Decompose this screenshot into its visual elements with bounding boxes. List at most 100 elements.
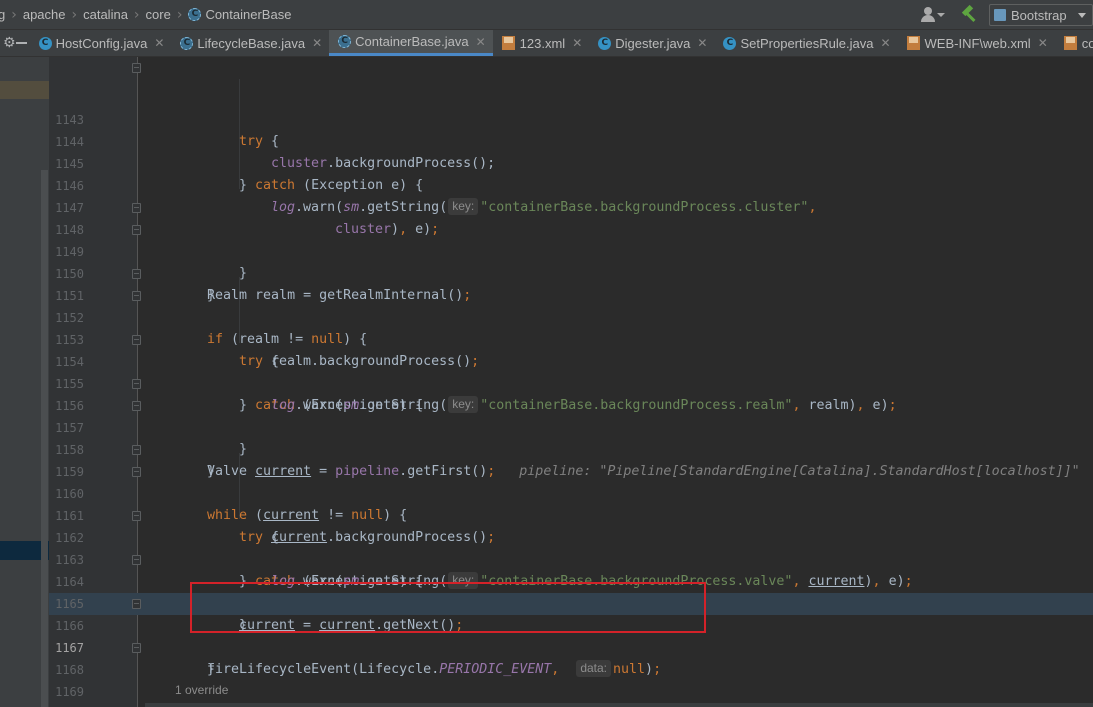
tab-label: 123.xml <box>519 35 566 51</box>
code-line: 1169 <box>49 659 1093 699</box>
tab-label: HostConfig.java <box>55 35 148 51</box>
tab-label: ContainerBase.java <box>355 34 469 49</box>
tab-label: WEB-INF\web.xml <box>924 35 1031 51</box>
code-line: 1158 Valve current = pipeline.getFirst()… <box>49 417 1093 479</box>
code-line: 1154 } catch (Exception e) { <box>49 329 1093 413</box>
fold-marker-icon[interactable] <box>132 401 141 411</box>
code-line: 1147 cluster), e); <box>49 175 1093 237</box>
fold-marker-icon[interactable] <box>132 63 141 73</box>
tab-label: co <box>1081 35 1093 51</box>
build-hammer-icon[interactable] <box>959 4 979 25</box>
fold-marker-icon[interactable] <box>132 379 141 389</box>
minimize-icon[interactable] <box>15 42 27 44</box>
breadcrumb-item[interactable]: apache <box>23 7 66 22</box>
code-line: 1149 } <box>49 219 1093 303</box>
breadcrumb-item-current[interactable]: C ContainerBase <box>188 7 291 22</box>
gear-icon[interactable]: ⚙ <box>3 35 16 51</box>
toolbar-right: Bootstrap <box>919 0 1093 30</box>
close-icon[interactable]: ✕ <box>476 35 486 49</box>
code-line: 1160 try { <box>49 461 1093 545</box>
fold-marker-icon[interactable] <box>132 599 141 609</box>
tab-lifecyclebase[interactable]: C LifecycleBase.java ✕ <box>171 30 329 56</box>
user-account-icon[interactable] <box>919 5 945 25</box>
code-line: 1156 } <box>49 373 1093 457</box>
breadcrumb-separator-icon: › <box>133 6 140 23</box>
fold-marker-icon[interactable] <box>132 203 141 213</box>
code-line: 1163 log.warn(sm.getString(key: "containe… <box>49 527 1093 589</box>
breadcrumb-item[interactable]: catalina <box>83 7 128 22</box>
fold-marker-icon[interactable] <box>132 445 141 455</box>
code-line: 1162 } catch (Exception e) { <box>49 505 1093 589</box>
application-icon <box>994 9 1006 21</box>
tab-setpropertiesrule[interactable]: C SetPropertiesRule.java ✕ <box>714 30 897 56</box>
code-line: 1142 if (cluster != null) { <box>49 61 1093 75</box>
breadcrumb: g › apache › catalina › core › C Contain… <box>0 7 291 23</box>
editor-tab-bar: ⚙ C HostConfig.java ✕ C LifecycleBase.ja… <box>0 30 1093 57</box>
fold-marker-icon[interactable] <box>132 555 141 565</box>
code-line: 1145 } catch (Exception e) { <box>49 131 1093 193</box>
tab-label: SetPropertiesRule.java <box>740 35 874 51</box>
abstract-class-icon: C <box>188 8 202 21</box>
code-line: 1155 log.warn(sm.getString(key: "containe… <box>49 351 1093 413</box>
close-icon[interactable]: ✕ <box>312 36 322 50</box>
xml-file-icon <box>1063 36 1077 50</box>
close-icon[interactable]: ✕ <box>154 36 164 50</box>
tab-overflow[interactable]: co <box>1055 30 1093 56</box>
class-icon: C <box>723 36 737 50</box>
breadcrumb-current-label: ContainerBase <box>205 7 292 22</box>
run-configuration-label: Bootstrap <box>1011 7 1067 23</box>
code-line: 1151 if (realm != null) { <box>49 263 1093 347</box>
breadcrumb-separator-icon: › <box>176 6 183 23</box>
annotation-highlight-box <box>190 582 706 633</box>
fold-marker-icon[interactable] <box>132 269 141 279</box>
project-tree-selection[interactable] <box>0 81 49 99</box>
navigation-bar: g › apache › catalina › core › C Contain… <box>0 0 1093 30</box>
xml-file-icon <box>906 36 920 50</box>
code-line: 1143 try { <box>49 87 1093 149</box>
close-icon[interactable]: ✕ <box>572 36 582 50</box>
fold-marker-icon[interactable] <box>132 467 141 477</box>
code-line: 1152 try { <box>49 285 1093 369</box>
fold-marker-icon[interactable] <box>132 225 141 235</box>
code-line: 1157 } <box>49 395 1093 479</box>
class-icon: C <box>38 36 52 50</box>
project-scrollbar[interactable] <box>41 170 48 707</box>
abstract-class-icon: C <box>338 35 352 48</box>
xml-file-icon <box>501 36 515 50</box>
close-icon[interactable]: ✕ <box>1038 36 1048 50</box>
code-line: 1148 } <box>49 197 1093 281</box>
code-line: 1164 } <box>49 549 1093 633</box>
override-hint[interactable]: 1 override <box>175 683 228 697</box>
code-line: 1159 while (current != null) { <box>49 439 1093 523</box>
tab-containerbase[interactable]: C ContainerBase.java ✕ <box>329 30 493 56</box>
code-line: 1168 } <box>49 637 1093 707</box>
breadcrumb-item[interactable]: g <box>0 7 5 22</box>
fold-marker-icon[interactable] <box>132 511 141 521</box>
code-line: 1161 current.backgroundProcess(); <box>49 483 1093 545</box>
horizontal-scrollbar[interactable] <box>145 703 1093 707</box>
close-icon[interactable]: ✕ <box>880 36 890 50</box>
class-icon: C <box>598 36 612 50</box>
tab-digester[interactable]: C Digester.java ✕ <box>589 30 714 56</box>
fold-marker-icon[interactable] <box>132 643 141 653</box>
tab-123-xml[interactable]: 123.xml ✕ <box>493 30 590 56</box>
tab-label: Digester.java <box>615 35 691 51</box>
code-line: 1153 realm.backgroundProcess(); <box>49 307 1093 369</box>
tab-hostconfig[interactable]: C HostConfig.java ✕ <box>30 30 172 56</box>
tool-window-actions: ⚙ <box>0 30 30 56</box>
code-line: 1150 Realm realm = getRealmInternal(); <box>49 241 1093 303</box>
fold-marker-icon[interactable] <box>132 335 141 345</box>
fold-marker-icon[interactable] <box>132 291 141 301</box>
tab-web-xml[interactable]: WEB-INF\web.xml ✕ <box>898 30 1055 56</box>
project-tool-window <box>0 57 49 707</box>
chevron-down-icon <box>1078 12 1086 18</box>
breadcrumb-separator-icon: › <box>71 6 78 23</box>
abstract-class-icon: C <box>180 36 194 50</box>
close-icon[interactable]: ✕ <box>697 36 707 50</box>
run-configuration-dropdown[interactable]: Bootstrap <box>989 4 1093 26</box>
code-line: 1144 cluster.backgroundProcess(); <box>49 109 1093 171</box>
breadcrumb-item[interactable]: core <box>146 7 171 22</box>
code-line: 1146 log.warn(sm.getString(key: "containe… <box>49 153 1093 215</box>
code-editor[interactable]: 1142 if (cluster != null) { 1143 try { 1… <box>49 57 1093 707</box>
breadcrumb-separator-icon: › <box>11 6 17 23</box>
